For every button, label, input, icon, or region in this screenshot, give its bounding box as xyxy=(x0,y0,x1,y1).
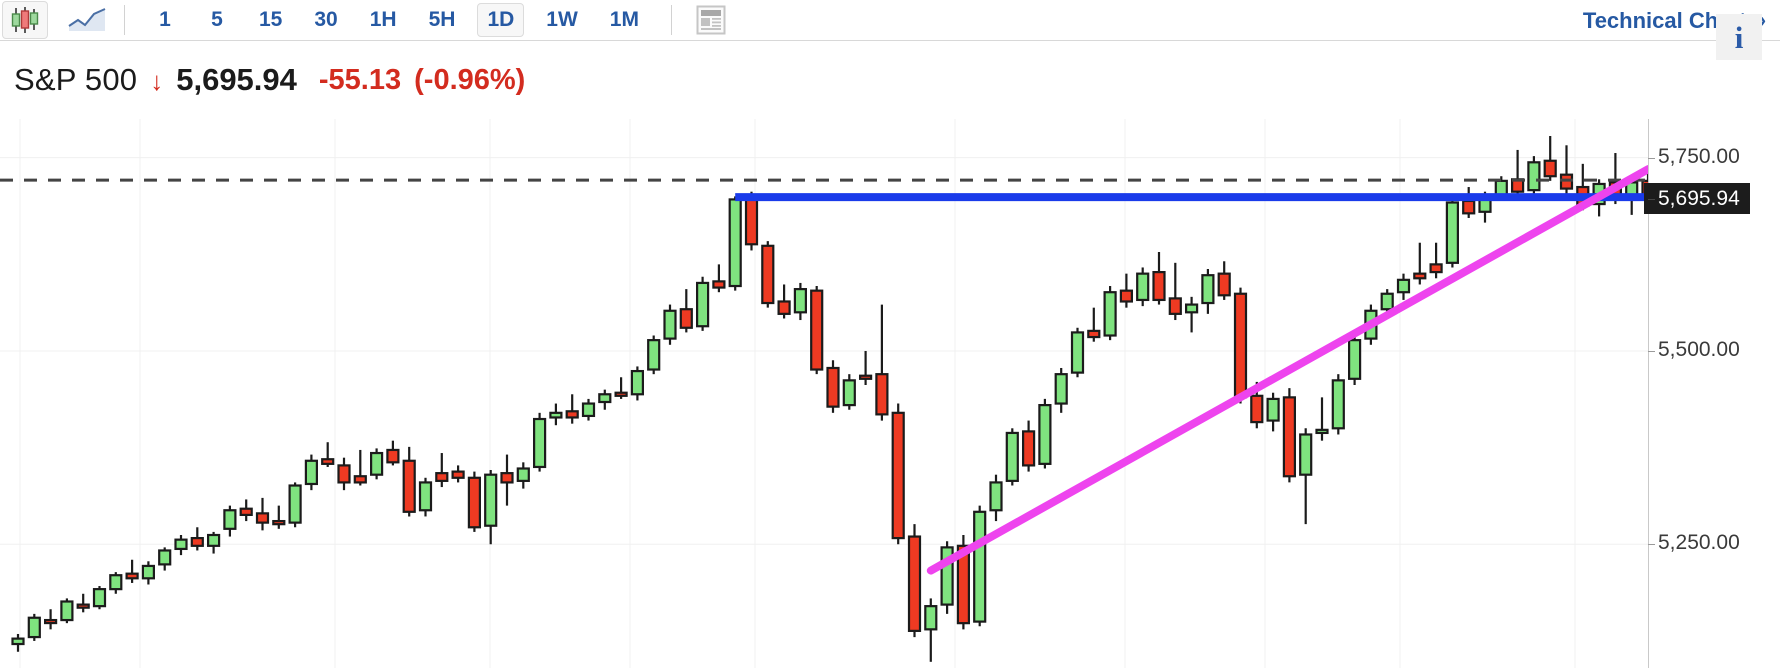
info-button[interactable]: i xyxy=(1716,14,1762,60)
symbol-name: S&P 500 xyxy=(14,62,138,97)
axis-tick xyxy=(1648,350,1655,352)
last-price: 5,695.94 xyxy=(176,62,297,97)
current-price-tag: 5,695.94 xyxy=(1644,183,1750,215)
layout-panel-icon[interactable] xyxy=(688,1,734,39)
price-change-percent: (-0.96%) xyxy=(414,63,526,96)
timeframe-30[interactable]: 30 xyxy=(304,3,347,37)
toolbar-divider-1 xyxy=(124,5,125,35)
price-axis[interactable]: 5,750.00 5,500.00 5,250.00 5,695.94 xyxy=(1644,119,1780,668)
timeframe-1[interactable]: 1 xyxy=(145,3,185,37)
price-change: -55.13 xyxy=(318,63,402,96)
timeframe-15[interactable]: 15 xyxy=(249,3,292,37)
axis-tick xyxy=(1648,157,1655,159)
chart-plot-area[interactable] xyxy=(0,119,1648,668)
info-icon: i xyxy=(1734,19,1744,55)
area-chart-icon[interactable] xyxy=(64,1,110,39)
chart-toolbar: 1515301H5H1D1W1M Technical Chart » xyxy=(0,0,1780,41)
quote-header: S&P 500 ↓ 5,695.94 -55.13 (-0.96%) xyxy=(0,41,1780,119)
chart-container: 5,750.00 5,500.00 5,250.00 5,695.94 xyxy=(0,119,1780,668)
current-price-tick xyxy=(1648,199,1655,201)
axis-tick xyxy=(1648,544,1655,546)
axis-label: 5,250.00 xyxy=(1658,531,1740,555)
timeframe-group: 1 5 15 30 1H 5H 1D 1W 1M xyxy=(139,3,655,37)
axis-label: 5,500.00 xyxy=(1658,337,1740,361)
timeframe-1d[interactable]: 1D xyxy=(477,3,525,37)
axis-label: 5,750.00 xyxy=(1658,144,1740,168)
candlestick-series xyxy=(0,119,1648,668)
timeframe-1w[interactable]: 1W xyxy=(536,3,588,37)
timeframe-5h[interactable]: 5H xyxy=(419,3,466,37)
timeframe-1h[interactable]: 1H xyxy=(360,3,407,37)
timeframe-5[interactable]: 5 xyxy=(197,3,237,37)
toolbar-divider-2 xyxy=(670,5,672,35)
technical-chart-page: 1515301H5H1D1W1M Technical Chart » S&P 5… xyxy=(0,0,1780,668)
down-arrow-icon: ↓ xyxy=(150,66,164,96)
candlestick-chart-icon[interactable] xyxy=(2,1,48,39)
timeframe-1m[interactable]: 1M xyxy=(600,3,649,37)
